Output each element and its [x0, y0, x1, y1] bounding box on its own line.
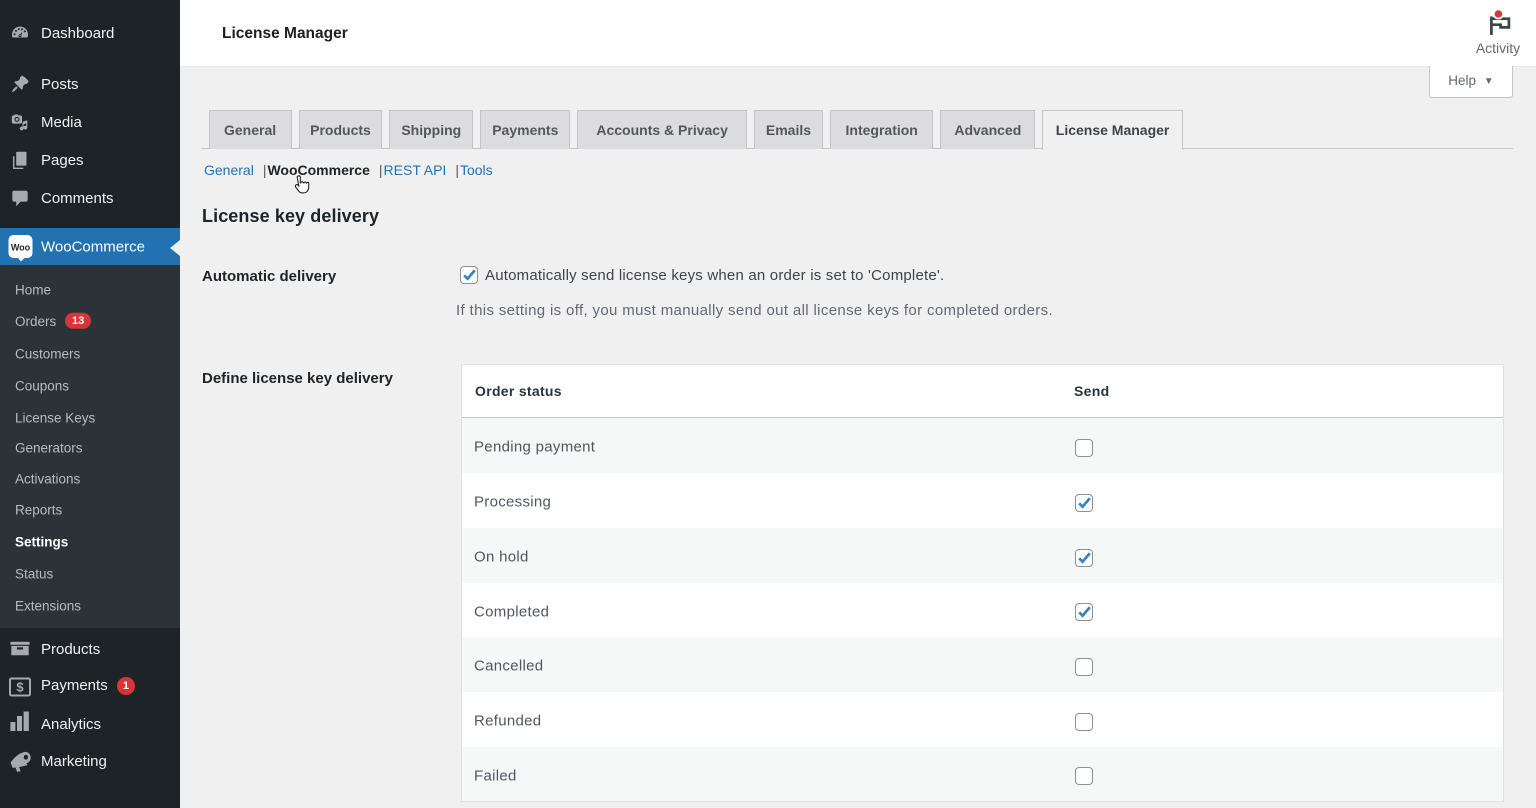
svg-text:Woo: Woo	[11, 243, 31, 253]
svg-text:$: $	[16, 679, 24, 694]
